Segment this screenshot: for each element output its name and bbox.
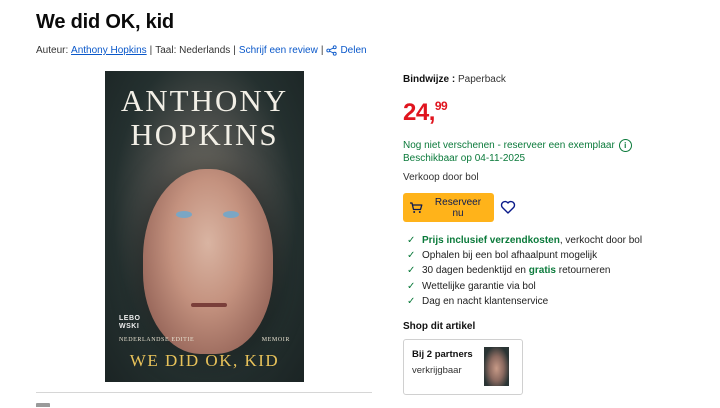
partners-title: Bij 2 partners: [412, 349, 473, 360]
book-thumbnail: [484, 347, 509, 386]
partners-subtitle: verkrijgbaar: [412, 365, 462, 376]
cover-edition: NEDERLANDSE EDITIE: [119, 337, 195, 343]
portrait-mouth: [191, 303, 227, 307]
info-icon[interactable]: i: [618, 139, 632, 152]
usp-item: ✓ Ophalen bij een bol afhaalpunt mogelijk: [407, 248, 642, 263]
check-icon: ✓: [407, 265, 416, 277]
check-icon: ✓: [407, 250, 416, 262]
partners-card[interactable]: Bij 2 partners verkrijgbaar: [403, 339, 523, 395]
wishlist-heart-icon[interactable]: [500, 199, 516, 215]
usp-item: ✓ Dag en nacht klantenservice: [407, 294, 642, 309]
section-divider: [36, 392, 372, 393]
usp-text: Ophalen bij een bol afhaalpunt mogelijk: [422, 250, 598, 262]
share-icon[interactable]: [326, 45, 338, 56]
availability-text: Nog niet verschenen - reserveer een exem…: [403, 140, 615, 151]
usp-text: 30 dagen bedenktijd en: [422, 265, 526, 277]
check-icon: ✓: [407, 280, 416, 292]
cart-icon: [410, 201, 423, 213]
portrait-face: [143, 169, 273, 354]
divider: |: [233, 45, 236, 56]
usp-item: ✓ Wettelijke garantie via bol: [407, 279, 642, 294]
portrait-eye: [223, 211, 239, 218]
seller-info: Verkoop door bol: [403, 172, 479, 183]
price-cents: 99: [434, 99, 448, 113]
write-review-link[interactable]: Schrijf een review: [239, 45, 318, 56]
available-date: Beschikbaar op 04-11-2025: [403, 153, 526, 164]
divider: |: [320, 45, 324, 56]
author-link[interactable]: Anthony Hopkins: [71, 45, 147, 56]
reserve-button[interactable]: Reserveer nu: [403, 193, 494, 222]
binding-label: Bindwijze :: [403, 74, 456, 85]
usp-text: retourneren: [558, 265, 611, 277]
divider: |: [149, 45, 153, 56]
shop-heading: Shop dit artikel: [403, 321, 476, 332]
usp-highlight: Prijs inclusief verzendkosten: [422, 235, 560, 247]
availability-status: Nog niet verschenen - reserveer een exem…: [403, 139, 632, 152]
usp-text: Dag en nacht klantenservice: [422, 295, 549, 307]
product-title: We did OK, kid: [36, 11, 174, 33]
check-icon: ✓: [407, 295, 416, 307]
language-info: Taal: Nederlands: [155, 45, 231, 56]
usp-highlight: gratis: [528, 265, 556, 277]
author-label: Auteur:: [36, 45, 69, 56]
binding-value: Paperback: [458, 74, 506, 85]
book-cover-image[interactable]: ANTHONY HOPKINS LEBO WSKI NEDERLANDSE ED…: [105, 71, 304, 382]
usp-list: ✓ Prijs inclusief verzendkosten, verkocht…: [407, 233, 642, 309]
usp-text: , verkocht door bol: [559, 235, 643, 247]
price: 24,99: [403, 99, 448, 127]
price-main: 24,: [403, 99, 435, 126]
reserve-button-label: Reserveer nu: [434, 196, 482, 219]
product-meta: Auteur: Anthony Hopkins | Taal: Nederlan…: [36, 45, 367, 56]
usp-item: ✓ 30 dagen bedenktijd en gratis retourner…: [407, 263, 642, 278]
cover-author-last: HOPKINS: [130, 117, 279, 152]
cover-genre: MEMOIR: [261, 337, 290, 343]
cover-title: WE DID OK, KID: [129, 351, 280, 370]
cover-author-first: ANTHONY: [120, 83, 289, 118]
check-icon: ✓: [407, 235, 416, 247]
partial-icon: [36, 403, 50, 407]
usp-text: Wettelijke garantie via bol: [422, 280, 536, 292]
usp-item: ✓ Prijs inclusief verzendkosten, verkocht…: [407, 233, 642, 248]
publisher-logo-line: WSKI: [119, 323, 140, 330]
publisher-logo-line: LEBO: [119, 315, 141, 322]
share-link[interactable]: Delen: [340, 45, 366, 56]
binding-info: Bindwijze : Paperback: [403, 74, 506, 85]
portrait-eye: [176, 211, 192, 218]
publisher-logo: LEBO WSKI: [119, 315, 140, 331]
